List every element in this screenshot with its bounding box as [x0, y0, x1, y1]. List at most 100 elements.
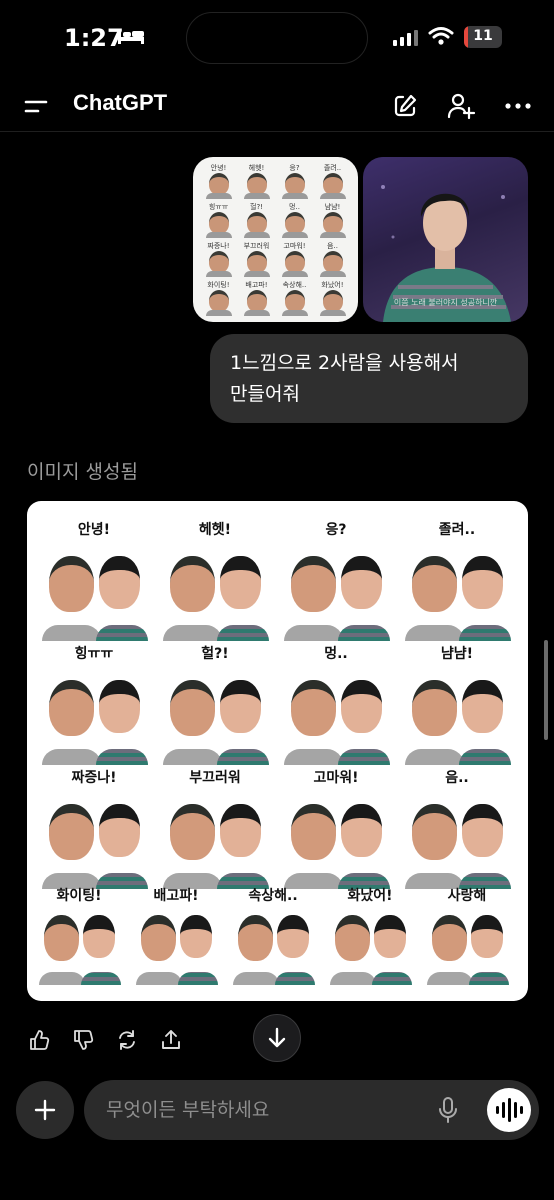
reference-sticker-face: [284, 212, 305, 234]
sticker-face-right: [99, 680, 140, 733]
reference-sticker-face: [246, 251, 267, 273]
sticker-face-right: [462, 804, 503, 857]
sticker-face-left: [170, 804, 215, 860]
share-button[interactable]: [159, 1027, 183, 1053]
regenerate-button[interactable]: [115, 1027, 139, 1053]
menu-icon[interactable]: [22, 94, 50, 118]
thumbs-down-icon: [74, 1030, 94, 1050]
sticker-face-left: [432, 915, 467, 961]
sticker-face-right: [180, 915, 212, 958]
top-nav: ChatGPT: [0, 80, 554, 132]
sticker-4: 졸려..: [398, 519, 516, 641]
add-person-icon: [447, 93, 476, 120]
add-person-button[interactable]: [445, 90, 477, 122]
sticker-caption: 속상해..: [248, 888, 298, 904]
sticker-face-right: [220, 804, 261, 857]
reference-sticker-face: [322, 173, 343, 195]
thumbs-down-button[interactable]: [71, 1027, 95, 1053]
reference-sticker-text: 졸려..: [323, 164, 342, 172]
scrollbar[interactable]: [544, 640, 548, 740]
sticker-17: 사랑해: [421, 885, 513, 985]
battery-level: 11: [473, 28, 493, 44]
sticker-9: 짜증나!: [35, 767, 153, 889]
message-actions: [27, 1027, 183, 1055]
signal-icon: [393, 30, 418, 46]
sticker-caption: 힝ㅠㅠ: [74, 646, 114, 662]
sticker-shirt-left: [42, 749, 101, 765]
sticker-shirt-left: [427, 972, 473, 985]
sticker-shirt-right: [338, 625, 390, 641]
sticker-face-left: [49, 680, 94, 736]
thumbs-up-button[interactable]: [27, 1027, 51, 1053]
sticker-shirt-right: [372, 972, 412, 985]
sticker-caption: 음..: [445, 770, 469, 786]
reference-sticker-body: [281, 271, 308, 277]
reference-sticker: 응?: [277, 163, 312, 199]
reference-sticker: 고마워!: [277, 241, 312, 277]
sticker-face-left: [291, 804, 336, 860]
reference-sticker-face: [322, 251, 343, 273]
reference-sticker: 음..: [315, 241, 350, 277]
sticker-reference-grid: 안녕! 헤헷! 응? 졸려.. 힝ㅠㅠ 헐?! 멍.. 냠냠! 짜증나! 부끄러워 고마워! 음.. 화…: [201, 163, 350, 316]
sticker-face-right: [374, 915, 406, 958]
sticker-caption: 멍..: [324, 646, 348, 662]
sticker-caption: 응?: [325, 522, 347, 538]
composer: [84, 1080, 539, 1140]
sticker-caption: 화이팅!: [56, 888, 102, 904]
reference-sticker-text: 화났어!: [321, 281, 344, 289]
reference-sticker: 헐?!: [239, 202, 274, 238]
message-input[interactable]: [106, 1080, 426, 1140]
battery-icon: 11: [464, 26, 502, 48]
reference-sticker: 속상해..: [277, 280, 312, 316]
sticker-shirt-left: [233, 972, 279, 985]
reference-sticker-body: [281, 193, 308, 199]
sticker-7: 멍..: [277, 643, 395, 765]
more-button[interactable]: [502, 90, 534, 122]
reference-sticker-text: 고마워!: [283, 242, 306, 250]
sticker-face-right: [341, 804, 382, 857]
app-title[interactable]: ChatGPT: [73, 90, 167, 116]
sticker-shirt-left: [163, 625, 222, 641]
arrow-down-icon: [268, 1027, 286, 1048]
reference-sticker: 화났어!: [315, 280, 350, 316]
sticker-11: 고마워!: [277, 767, 395, 889]
status-time: 1:27: [64, 24, 124, 52]
voice-mode-button[interactable]: [487, 1088, 531, 1132]
reference-sticker-body: [243, 232, 270, 238]
reference-sticker-body: [319, 193, 346, 199]
attach-button[interactable]: [16, 1081, 74, 1139]
sticker-face-left: [412, 680, 457, 736]
generated-sticker-image[interactable]: 안녕! 헤헷! 응? 졸려.. 힝ㅠㅠ 헐?! 멍.. 냠냠! 짜증나! 부끄러워 고마워! 음.. 화…: [27, 501, 528, 1001]
reference-sticker: 냠냠!: [315, 202, 350, 238]
sticker-caption: 헐?!: [201, 646, 229, 662]
reference-sticker-face: [284, 251, 305, 273]
attachment-person-photo[interactable]: 이쯤 노래 불러야지 성공하니깐: [363, 157, 528, 322]
sticker-shirt-left: [284, 749, 343, 765]
sticker-face-right: [220, 680, 261, 733]
new-chat-button[interactable]: [389, 90, 421, 122]
reference-sticker-face: [208, 290, 229, 312]
sticker-face-right: [99, 556, 140, 609]
reference-sticker-body: [319, 271, 346, 277]
sticker-shirt-left: [330, 972, 376, 985]
reference-sticker-face: [246, 173, 267, 195]
reference-sticker: 졸려..: [315, 163, 350, 199]
scroll-to-bottom-button[interactable]: [253, 1014, 301, 1062]
reference-sticker-text: 헐?!: [250, 203, 263, 211]
reference-sticker-text: 힝ㅠㅠ: [208, 203, 229, 211]
sticker-face-left: [44, 915, 79, 961]
sticker-face-left: [170, 680, 215, 736]
microphone-icon[interactable]: [436, 1096, 460, 1124]
user-message-line-2: 만들어줘: [230, 383, 300, 405]
sticker-face-right: [462, 680, 503, 733]
sticker-5: 힝ㅠㅠ: [35, 643, 153, 765]
reference-sticker-face: [284, 173, 305, 195]
more-icon: [505, 103, 531, 109]
sticker-shirt-right: [459, 749, 511, 765]
user-message-line-1: 1느낌으로 2사람을 사용해서: [230, 352, 459, 374]
reference-sticker-body: [205, 193, 232, 199]
sticker-3: 응?: [277, 519, 395, 641]
wifi-icon: [428, 27, 454, 45]
sticker-caption: 안녕!: [77, 522, 111, 538]
attachment-sticker-reference[interactable]: 안녕! 헤헷! 응? 졸려.. 힝ㅠㅠ 헐?! 멍.. 냠냠! 짜증나! 부끄러워 고마워! 음.. 화…: [193, 157, 358, 322]
